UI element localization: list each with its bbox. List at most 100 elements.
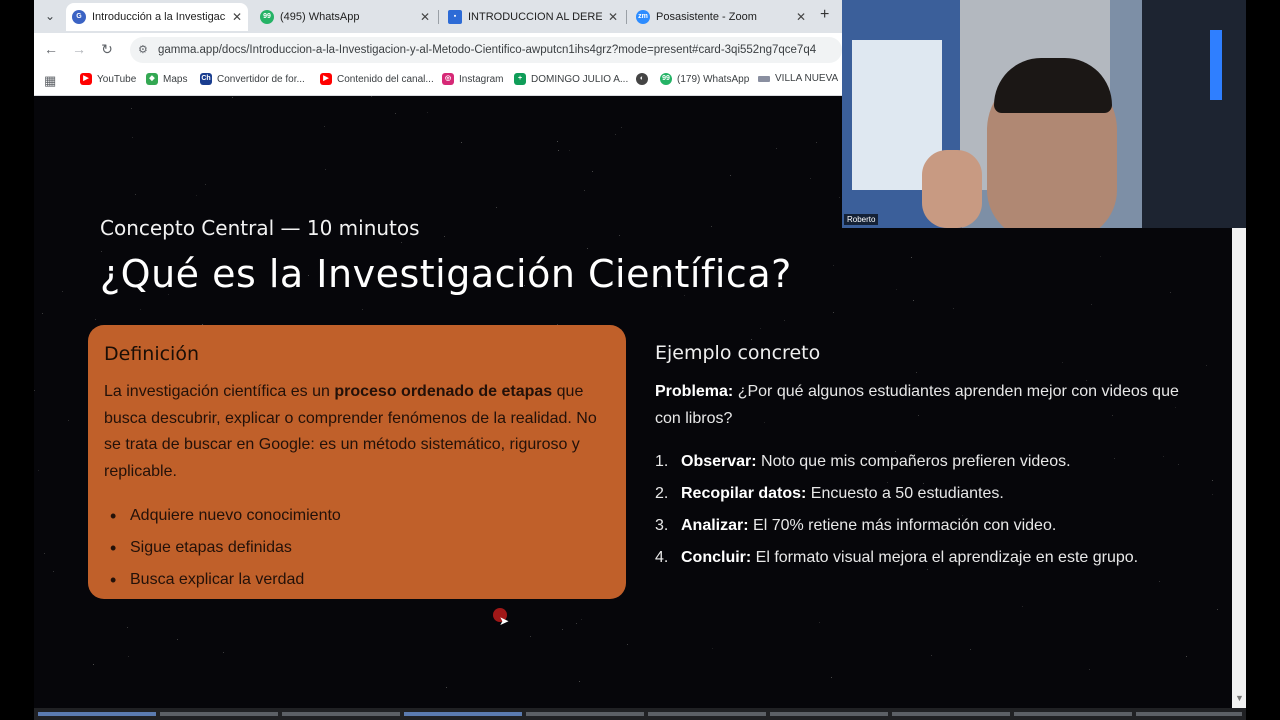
progress-segment (892, 712, 1010, 716)
star-dot (1022, 606, 1023, 607)
star-dot (1186, 656, 1187, 657)
star-dot (131, 108, 132, 109)
bookmark-label: (179) WhatsApp (677, 73, 750, 85)
webcam-video: Roberto (842, 0, 1246, 228)
definition-text-bold: proceso ordenado de etapas (334, 383, 553, 400)
star-dot (177, 639, 178, 640)
example-section: Ejemplo concreto Problema: ¿Por qué algu… (655, 342, 1185, 574)
step-text: El formato visual mejora el aprendizaje … (751, 549, 1139, 566)
list-item: 1. Observar: Noto que mis compañeros pref… (655, 446, 1185, 478)
tab-zoom[interactable]: zm Posasistente - Zoom ✕ (630, 3, 812, 31)
list-item: Busca explicar la verdad (104, 564, 610, 596)
star-dot (584, 190, 585, 191)
address-bar[interactable]: ⚙ gamma.app/docs/Introduccion-a-la-Inves… (130, 37, 842, 63)
bookmark-contenido[interactable]: ▶ Contenido del canal... (320, 73, 434, 85)
scrollbar[interactable] (1232, 228, 1246, 708)
tab-search-chevron-icon[interactable]: ⌄ (40, 6, 60, 26)
bookmark-domingo[interactable]: + DOMINGO JULIO A... (514, 73, 628, 85)
star-dot (1100, 256, 1101, 257)
star-dot (38, 470, 39, 471)
star-dot (562, 629, 563, 630)
step-number: 4. (655, 549, 669, 566)
site-info-icon[interactable]: ⚙ (138, 37, 148, 63)
progress-segment (770, 712, 888, 716)
star-dot (93, 664, 94, 665)
star-dot (325, 169, 326, 170)
star-dot (581, 619, 582, 620)
progress-segment (282, 712, 400, 716)
tab-classroom[interactable]: ▪ INTRODUCCION AL DERECHO ✕ (442, 3, 624, 31)
whatsapp-icon: 99 (660, 73, 672, 85)
star-dot (619, 235, 620, 236)
tab-strip: ⌄ G Introducción a la Investigación ✕ 99… (34, 0, 842, 33)
scroll-down-arrow-icon[interactable]: ▼ (1235, 693, 1244, 703)
back-icon[interactable]: ← (42, 41, 60, 57)
whatsapp-icon: 99 (260, 10, 274, 24)
star-dot (223, 652, 224, 653)
star-dot (576, 623, 577, 624)
star-dot (839, 197, 840, 198)
definition-text: La investigación científica es un proces… (104, 379, 610, 485)
star-dot (833, 265, 834, 266)
progress-segment (1136, 712, 1242, 716)
star-dot (579, 681, 580, 682)
step-number: 3. (655, 517, 669, 534)
participant-name-label: Roberto (844, 214, 879, 225)
star-dot (558, 150, 559, 151)
bookmark-villa-nueva[interactable]: VILLA NUEVA (758, 73, 838, 84)
tab-divider (626, 10, 627, 24)
slide-kicker: Concepto Central — 10 minutos (100, 216, 420, 240)
close-tab-icon[interactable]: ✕ (608, 10, 618, 24)
apps-grid-icon[interactable]: ▦ (44, 73, 56, 89)
mouse-cursor-icon: ➤ (499, 614, 510, 628)
bookmark-youtube[interactable]: ▶ YouTube (80, 73, 136, 85)
forward-icon[interactable]: → (70, 41, 88, 57)
maps-icon: ◆ (146, 73, 158, 85)
star-dot (557, 141, 558, 142)
progress-segment (526, 712, 644, 716)
reload-icon[interactable]: ↻ (98, 41, 116, 58)
step-text: El 70% retiene más información con video… (748, 517, 1057, 534)
star-dot (592, 171, 593, 172)
bookmark-label: Convertidor de for... (217, 73, 305, 85)
example-heading: Ejemplo concreto (655, 342, 821, 364)
star-dot (569, 150, 570, 151)
bookmark-whatsapp[interactable]: 99 (179) WhatsApp (660, 73, 749, 85)
bookmark-label: YouTube (97, 73, 137, 85)
star-dot (760, 328, 761, 329)
star-dot (711, 226, 712, 227)
step-label: Recopilar datos: (681, 485, 807, 502)
list-item: 3. Analizar: El 70% retiene más informaci… (655, 510, 1185, 542)
star-dot (913, 300, 914, 301)
browser-window: ⌄ G Introducción a la Investigación ✕ 99… (34, 0, 842, 96)
close-tab-icon[interactable]: ✕ (420, 10, 430, 24)
tab-whatsapp[interactable]: 99 (495) WhatsApp ✕ (254, 3, 436, 31)
bookmark-globe[interactable]: ◐ (636, 73, 653, 85)
step-label: Observar: (681, 453, 757, 470)
star-dot (819, 622, 820, 623)
taskbar-strip (34, 708, 1246, 720)
new-tab-icon[interactable]: + (820, 6, 829, 24)
bookmark-label: VILLA NUEVA (775, 73, 839, 84)
steps-list: 1. Observar: Noto que mis compañeros pref… (655, 446, 1185, 574)
star-dot (621, 127, 622, 128)
star-dot (627, 644, 628, 645)
right-margin (1246, 0, 1280, 720)
star-dot (931, 655, 932, 656)
villa-nueva-icon (758, 75, 770, 82)
star-dot (34, 390, 35, 391)
star-dot (205, 184, 206, 185)
close-tab-icon[interactable]: ✕ (232, 10, 242, 24)
converter-icon: Ch (200, 73, 212, 85)
definition-card: Definición La investigación científica e… (88, 325, 626, 599)
step-number: 1. (655, 453, 669, 470)
bookmark-convertidor[interactable]: Ch Convertidor de for... (200, 73, 305, 85)
bookmark-maps[interactable]: ◆ Maps (146, 73, 187, 85)
star-dot (810, 178, 811, 179)
bookmark-instagram[interactable]: ◎ Instagram (442, 73, 503, 85)
star-dot (324, 126, 325, 127)
star-dot (816, 142, 817, 143)
star-dot (128, 656, 129, 657)
close-tab-icon[interactable]: ✕ (796, 10, 806, 24)
tab-gamma[interactable]: G Introducción a la Investigación ✕ (66, 3, 248, 31)
